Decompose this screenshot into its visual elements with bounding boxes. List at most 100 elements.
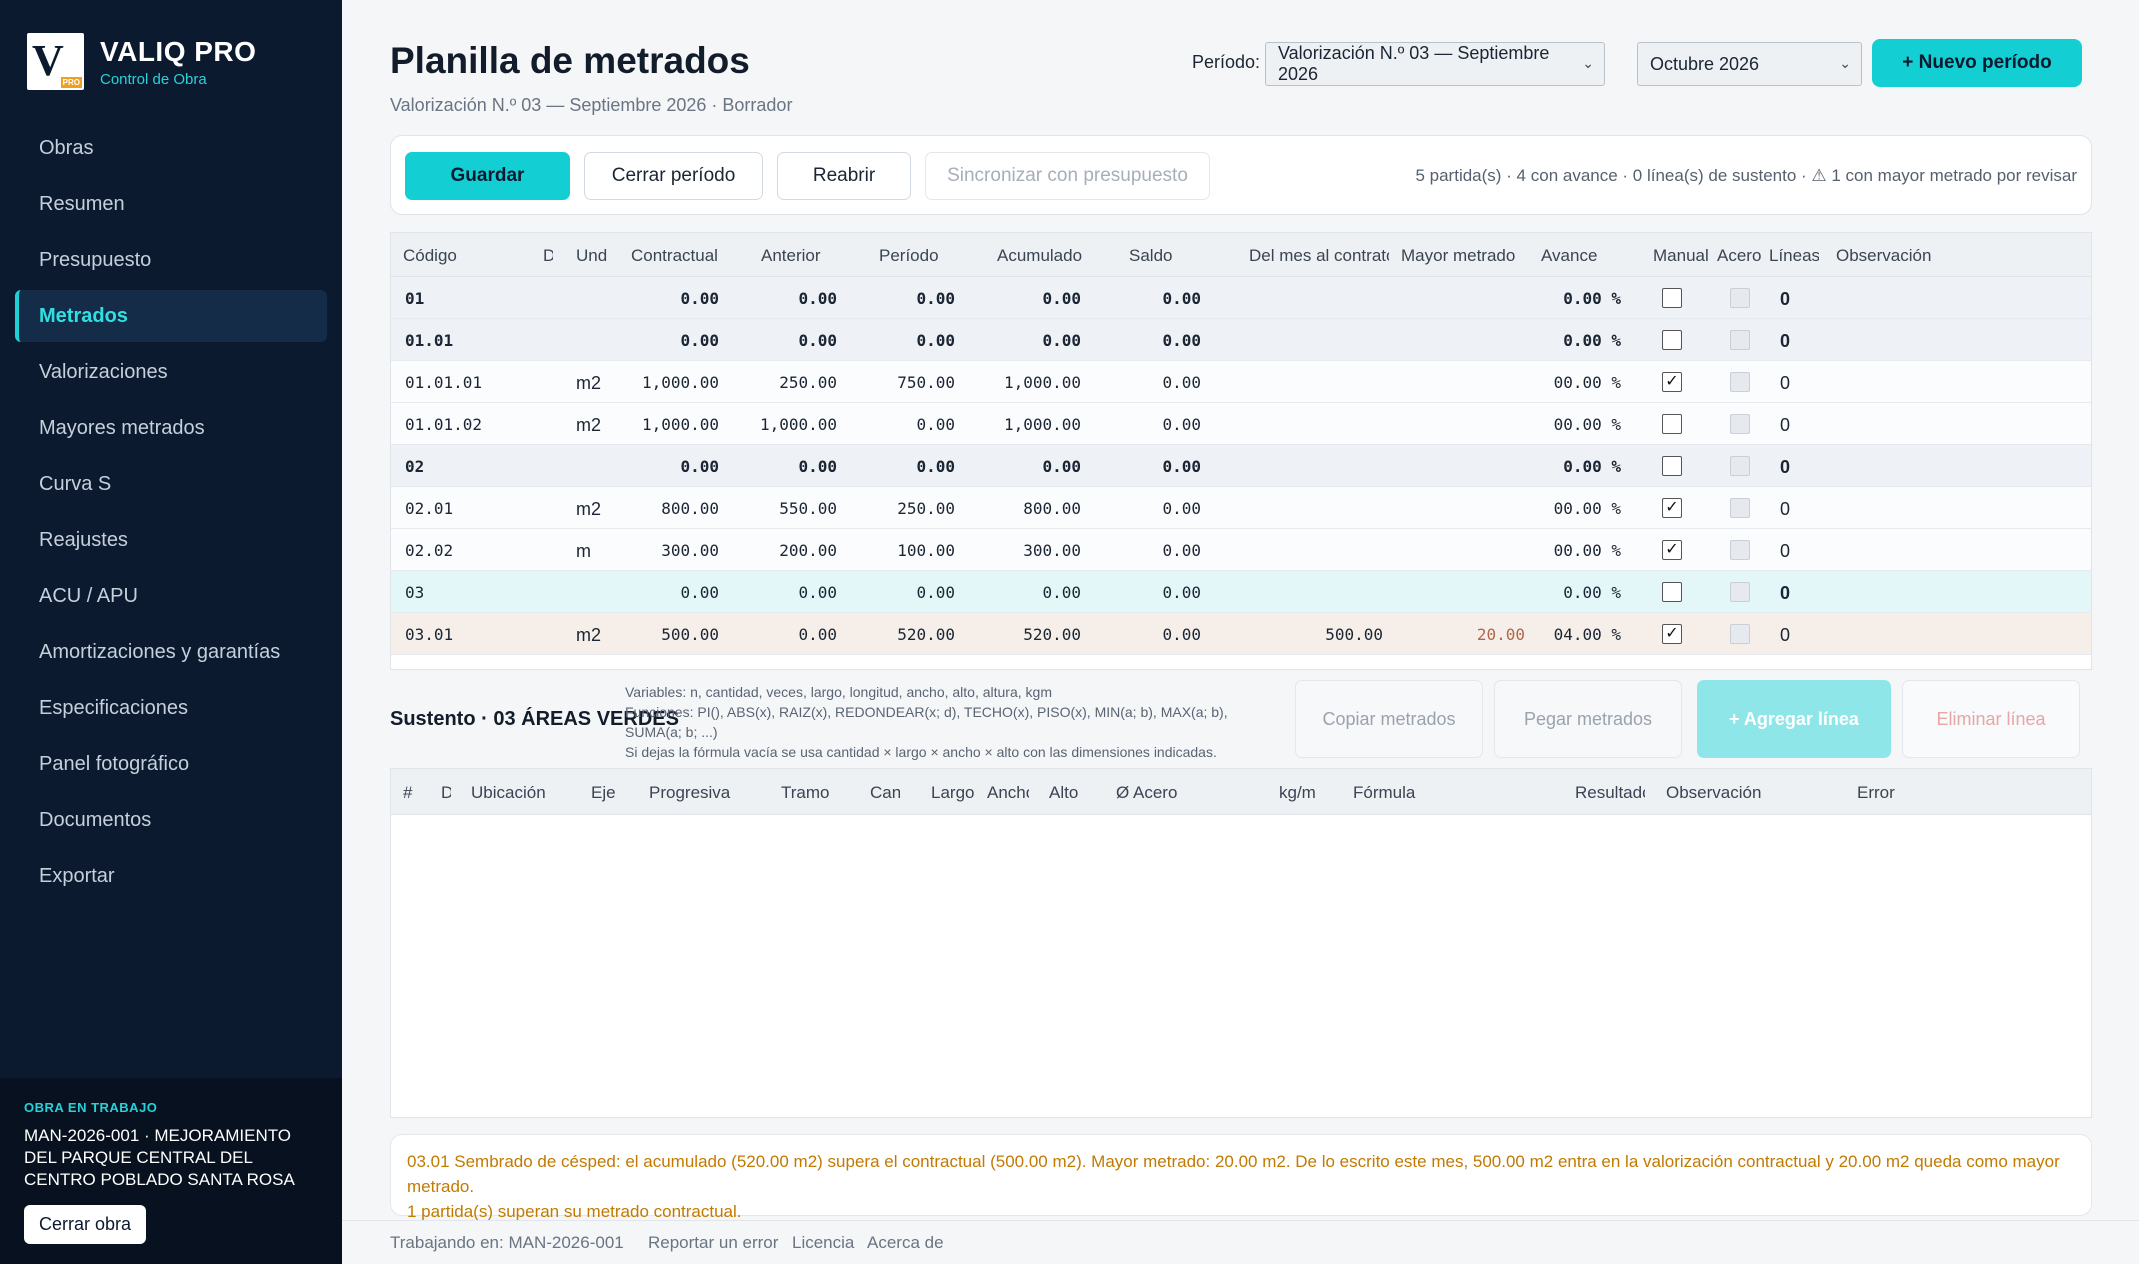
cell-lineas: 0 bbox=[1780, 289, 1791, 309]
cell-acumulado: 800.00 bbox=[1023, 499, 1081, 518]
current-obra-panel: OBRA EN TRABAJO MAN-2026-001 · MEJORAMIE… bbox=[0, 1078, 342, 1264]
steel-checkbox bbox=[1730, 330, 1750, 350]
sidebar-item-valorizaciones[interactable]: Valorizaciones bbox=[15, 346, 327, 398]
help-functions: Funciones: PI(), ABS(x), RAIZ(x), REDOND… bbox=[625, 704, 1228, 740]
close-obra-button[interactable]: Cerrar obra bbox=[24, 1205, 147, 1244]
col-header: Acumulado bbox=[997, 246, 1083, 265]
manual-checkbox[interactable]: ✓ bbox=[1662, 624, 1682, 644]
cell-periodo: 100.00 bbox=[897, 541, 955, 560]
delete-line-button[interactable]: Eliminar línea bbox=[1902, 680, 2080, 758]
cell-acumulado: 0.00 bbox=[1042, 457, 1081, 476]
footer-working: Trabajando en: MAN-2026-001 bbox=[390, 1233, 624, 1252]
manual-checkbox[interactable]: ✓ bbox=[1662, 498, 1682, 518]
manual-checkbox[interactable] bbox=[1662, 288, 1682, 308]
manual-checkbox[interactable] bbox=[1662, 456, 1682, 476]
cell-avance: 0.00 % bbox=[1563, 457, 1621, 476]
month-select[interactable]: Octubre 2026 ⌄ bbox=[1637, 42, 1862, 86]
about-link[interactable]: Acerca de bbox=[867, 1233, 944, 1253]
sidebar-item-metrados[interactable]: Metrados bbox=[15, 290, 327, 342]
manual-checkbox[interactable] bbox=[1662, 582, 1682, 602]
cell-contractual: 0.00 bbox=[680, 457, 719, 476]
brand-subtitle: Control de Obra bbox=[100, 70, 207, 88]
main-content: Planilla de metrados Valorización N.º 03… bbox=[342, 0, 2139, 1264]
sidebar-item-acu-apu[interactable]: ACU / APU bbox=[15, 570, 327, 622]
sidebar-item-documentos[interactable]: Documentos bbox=[15, 794, 327, 846]
sync-budget-button[interactable]: Sincronizar con presupuesto bbox=[925, 152, 1210, 200]
app-logo: V PRO bbox=[27, 33, 84, 90]
cell-avance: 00.00 % bbox=[1553, 541, 1621, 560]
sidebar: V PRO VALIQ PRO Control de Obra Obras Res… bbox=[0, 0, 342, 1264]
brand: V PRO VALIQ PRO Control de Obra bbox=[27, 33, 256, 90]
cell-periodo: 750.00 bbox=[897, 373, 955, 392]
col-header: Del mes al contrato bbox=[1249, 246, 1389, 265]
sustento-table: # D Ubicación Eje Progresiva Tramo Cant Largo An… bbox=[390, 768, 2092, 1118]
cell-anterior: 250.00 bbox=[779, 373, 837, 392]
sidebar-item-presupuesto[interactable]: Presupuesto bbox=[15, 234, 327, 286]
cell-contractual: 500.00 bbox=[661, 625, 719, 644]
paste-metrados-button[interactable]: Pegar metrados bbox=[1494, 680, 1682, 758]
cell-contractual: 0.00 bbox=[680, 331, 719, 350]
cell-avance: 0.00 % bbox=[1563, 289, 1621, 308]
close-period-button[interactable]: Cerrar período bbox=[584, 152, 763, 200]
manual-checkbox[interactable]: ✓ bbox=[1662, 372, 1682, 392]
obra-name: MAN-2026-001 · MEJORAMIENTO DEL PARQUE C… bbox=[24, 1126, 295, 1189]
col-header: Mayor metrado bbox=[1401, 246, 1516, 265]
license-link[interactable]: Licencia bbox=[792, 1233, 854, 1253]
cell-contractual: 0.00 bbox=[680, 289, 719, 308]
cell-anterior: 0.00 bbox=[798, 331, 837, 350]
cell-saldo: 0.00 bbox=[1162, 415, 1201, 434]
report-error-link[interactable]: Reportar un error bbox=[648, 1233, 778, 1253]
sidebar-item-reajustes[interactable]: Reajustes bbox=[15, 514, 327, 566]
cell-code: 02.02 bbox=[405, 541, 454, 560]
sidebar-item-panel-fotográfico[interactable]: Panel fotográfico bbox=[15, 738, 327, 790]
period-select[interactable]: Valorización N.º 03 — Septiembre 2026 ⌄ bbox=[1265, 42, 1605, 86]
reopen-button[interactable]: Reabrir bbox=[777, 152, 911, 200]
sidebar-item-mayores-metrados[interactable]: Mayores metrados bbox=[15, 402, 327, 454]
col-header: D bbox=[543, 246, 553, 266]
chevron-down-icon: ⌄ bbox=[1839, 55, 1851, 71]
sustento-col-header: D bbox=[441, 783, 451, 802]
table-row: 02.02 m 300.00 200.00 100.00 300.00 0.00 00.00 … bbox=[391, 529, 2091, 571]
status-summary: 5 partida(s) · 4 con avance · 0 línea(s)… bbox=[1415, 166, 2077, 185]
help-variables: Variables: n, cantidad, veces, largo, lo… bbox=[625, 684, 1052, 700]
add-line-button[interactable]: + Agregar línea bbox=[1697, 680, 1891, 758]
manual-checkbox[interactable] bbox=[1662, 414, 1682, 434]
cell-code: 02 bbox=[405, 457, 425, 476]
new-period-button[interactable]: + Nuevo período bbox=[1872, 39, 2082, 87]
save-button[interactable]: Guardar bbox=[405, 152, 570, 200]
sustento-col-header: Ø Acero bbox=[1116, 783, 1178, 802]
cell-acumulado: 0.00 bbox=[1042, 331, 1081, 350]
month-select-value: Octubre 2026 bbox=[1650, 53, 1760, 74]
sustento-col-header: Fórmula bbox=[1353, 783, 1416, 802]
sustento-col-header: Resultado bbox=[1575, 783, 1645, 802]
copy-metrados-button[interactable]: Copiar metrados bbox=[1295, 680, 1483, 758]
cell-lineas: 0 bbox=[1780, 625, 1791, 645]
chevron-down-icon: ⌄ bbox=[1582, 55, 1594, 71]
sidebar-item-amortizaciones-y-garantías[interactable]: Amortizaciones y garantías bbox=[15, 626, 327, 678]
col-header: Acero bbox=[1717, 246, 1762, 265]
table-row: 02 0.00 0.00 0.00 0.00 0.00 0.00 % 0 bbox=[391, 445, 2091, 487]
sustento-table-header: # D Ubicación Eje Progresiva Tramo Cant Largo An… bbox=[391, 769, 2091, 815]
col-header: Período bbox=[879, 246, 939, 265]
cell-code: 01 bbox=[405, 289, 425, 308]
sidebar-item-resumen[interactable]: Resumen bbox=[15, 178, 327, 230]
table-row: 03 0.00 0.00 0.00 0.00 0.00 0.00 % 0 bbox=[391, 571, 2091, 613]
cell-anterior: 550.00 bbox=[779, 499, 837, 518]
cell-code: 02.01 bbox=[405, 499, 454, 518]
sidebar-item-curva-s[interactable]: Curva S bbox=[15, 458, 327, 510]
cell-code: 01.01.02 bbox=[405, 415, 483, 434]
table-row: 03.01 m2 500.00 0.00 520.00 520.00 0.00 500.00 2… bbox=[391, 613, 2091, 655]
table-row: 01.01.01 m2 1,000.00 250.00 750.00 1,000.00 0.… bbox=[391, 361, 2091, 403]
steel-checkbox bbox=[1730, 456, 1750, 476]
sidebar-item-obras[interactable]: Obras bbox=[15, 122, 327, 174]
sustento-col-header: Cant bbox=[870, 783, 900, 802]
cell-saldo: 0.00 bbox=[1162, 457, 1201, 476]
manual-checkbox[interactable]: ✓ bbox=[1662, 540, 1682, 560]
manual-checkbox[interactable] bbox=[1662, 330, 1682, 350]
sustento-col-header: Largo bbox=[931, 783, 975, 802]
sidebar-item-especificaciones[interactable]: Especificaciones bbox=[15, 682, 327, 734]
cell-code: 01.01 bbox=[405, 331, 454, 350]
cell-anterior: 0.00 bbox=[798, 289, 837, 308]
sidebar-item-exportar[interactable]: Exportar bbox=[15, 850, 327, 902]
sustento-col-header: Tramo bbox=[781, 783, 830, 802]
